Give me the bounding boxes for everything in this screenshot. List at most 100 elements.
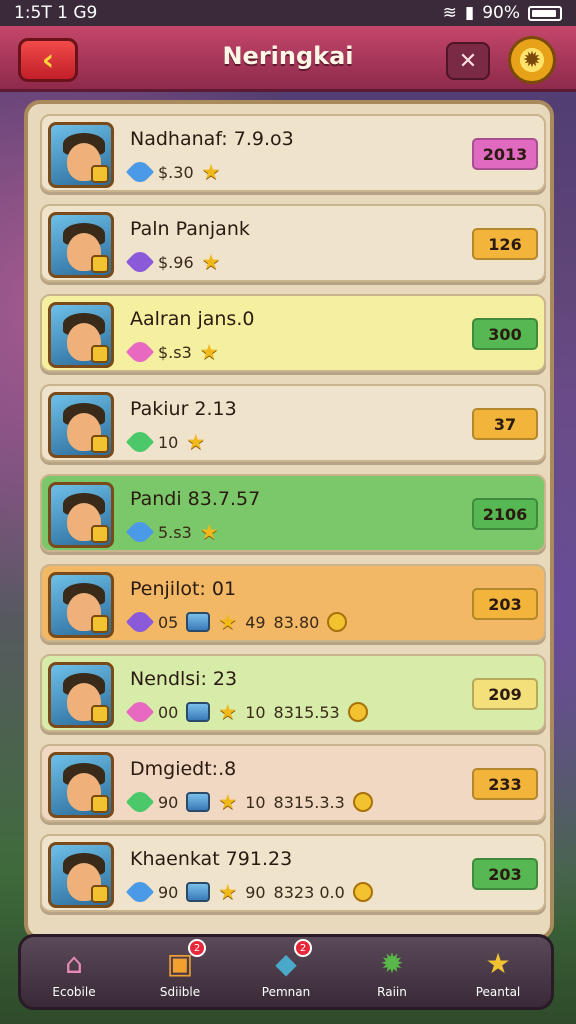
gem-icon [125, 157, 155, 187]
score-badge: 300 [472, 318, 538, 350]
rank-badge-icon [91, 255, 109, 273]
star-icon: ★ [201, 250, 221, 274]
gem-icon [125, 337, 155, 367]
rank-badge-icon [91, 165, 109, 183]
battery-icon [528, 5, 562, 21]
nav-item-sdiible[interactable]: ▣ Sdiible 2 [130, 937, 230, 1007]
coin-icon [352, 882, 373, 902]
nav-item-raiin[interactable]: ✹ Raiin [342, 937, 442, 1007]
player-name: Khaenkat 791.23 [130, 848, 293, 870]
stat-secondary: 10 [245, 792, 266, 812]
gem-icon [125, 427, 155, 457]
nav-label: Ecobile [52, 985, 96, 999]
star-icon: ★ [199, 520, 219, 544]
battery-label: 90% [482, 3, 520, 23]
stat-primary: 05 [158, 612, 179, 632]
status-bar: 1:5T 1 G9 ≋ ▮ 90% [0, 0, 576, 26]
stat-tertiary: 8315.3.3 [273, 792, 345, 812]
player-stats: 00 ★ 10 8315.53 [125, 697, 368, 727]
score-badge: 2013 [472, 138, 538, 170]
leaderboard-row[interactable]: Khaenkat 791.23 90 ★ 90 8323 0.0 203 [40, 834, 546, 912]
avatar [48, 302, 114, 368]
star-icon: ★ [201, 160, 221, 184]
gear-icon: ✹ [380, 946, 404, 980]
score-badge: 203 [472, 588, 538, 620]
stat-primary: 00 [158, 702, 179, 722]
coin-icon [352, 792, 373, 812]
star-icon: ★ [218, 610, 238, 634]
gem-icon [125, 877, 155, 907]
stat-tertiary: 8315.53 [273, 702, 340, 722]
leaderboard-row[interactable]: Dmgiedt:.8 90 ★ 10 8315.3.3 233 [40, 744, 546, 822]
rank-badge-icon [91, 705, 109, 723]
score-badge: 209 [472, 678, 538, 710]
chest-icon [186, 702, 211, 722]
gem-icon [125, 517, 155, 547]
avatar [48, 122, 114, 188]
nav-item-ecobile[interactable]: ⌂ Ecobile [24, 937, 124, 1007]
rank-badge-icon [91, 435, 109, 453]
player-name: Pandi 83.7.57 [130, 488, 261, 510]
player-name: Dmgiedt:.8 [130, 758, 237, 780]
stat-tertiary: 83.80 [273, 612, 320, 632]
player-stats: 5.s3 ★ [125, 517, 219, 547]
gear-icon: ✹ [522, 47, 542, 73]
rank-badge-icon [91, 525, 109, 543]
player-stats: $.96 ★ [125, 247, 221, 277]
score-badge: 2106 [472, 498, 538, 530]
coin-icon [327, 612, 348, 632]
leaderboard-row[interactable]: Aalran jans.0 $.s3 ★ 300 [40, 294, 546, 372]
rank-badge-icon [91, 615, 109, 633]
avatar [48, 572, 114, 638]
gem-icon [125, 787, 155, 817]
leaderboard-row[interactable]: Nendlsi: 23 00 ★ 10 8315.53 209 [40, 654, 546, 732]
player-name: Pakiur 2.13 [130, 398, 237, 420]
nav-item-pemnan[interactable]: ◆ Pemnan 2 [236, 937, 336, 1007]
notification-badge: 2 [188, 939, 206, 957]
leaderboard-row[interactable]: Penjilot: 01 05 ★ 49 83.80 203 [40, 564, 546, 642]
avatar [48, 212, 114, 278]
star-icon: ★ [485, 946, 511, 980]
nav-item-peantal[interactable]: ★ Peantal [448, 937, 548, 1007]
player-stats: 90 ★ 10 8315.3.3 [125, 787, 373, 817]
gem-icon [125, 247, 155, 277]
avatar [48, 842, 114, 908]
stat-tertiary: 8323 0.0 [273, 882, 345, 902]
clock: 1:5T 1 G9 [14, 3, 98, 23]
close-icon: ✕ [458, 48, 478, 74]
avatar [48, 482, 114, 548]
close-button[interactable]: ✕ [446, 42, 490, 80]
player-name: Aalran jans.0 [130, 308, 255, 330]
wifi-icon: ≋ [442, 3, 457, 23]
home-icon: ⌂ [65, 946, 83, 980]
leaderboard-row[interactable]: Pandi 83.7.57 5.s3 ★ 2106 [40, 474, 546, 552]
stat-primary: $.96 [158, 252, 194, 272]
avatar [48, 752, 114, 818]
star-icon: ★ [218, 880, 238, 904]
chest-icon [186, 612, 211, 632]
gem-icon [125, 607, 155, 637]
nav-label: Sdiible [159, 985, 201, 999]
coin-icon [347, 702, 368, 722]
stat-primary: 5.s3 [158, 522, 192, 542]
leaderboard-row[interactable]: Paln Panjank $.96 ★ 126 [40, 204, 546, 282]
notification-badge: 2 [294, 939, 312, 957]
leaderboard-panel: Nadhanaf: 7.9.o3 $.30 ★ 2013 Paln Panjank… [24, 100, 554, 940]
settings-button[interactable]: ✹ [508, 36, 556, 84]
player-stats: 05 ★ 49 83.80 [125, 607, 348, 637]
nav-label: Pemnan [261, 985, 311, 999]
player-name: Nadhanaf: 7.9.o3 [130, 128, 294, 150]
header-bar: ‹ Neringkai ✕ ✹ [0, 26, 576, 92]
player-stats: 90 ★ 90 8323 0.0 [125, 877, 373, 907]
chest-icon [186, 792, 211, 812]
star-icon: ★ [199, 340, 219, 364]
score-badge: 37 [472, 408, 538, 440]
stat-primary: 10 [158, 432, 179, 452]
score-badge: 203 [472, 858, 538, 890]
leaderboard-row[interactable]: Pakiur 2.13 10 ★ 37 [40, 384, 546, 462]
score-badge: 126 [472, 228, 538, 260]
leaderboard-row[interactable]: Nadhanaf: 7.9.o3 $.30 ★ 2013 [40, 114, 546, 192]
player-name: Penjilot: 01 [130, 578, 237, 600]
nav-label: Peantal [475, 985, 521, 999]
rank-badge-icon [91, 345, 109, 363]
